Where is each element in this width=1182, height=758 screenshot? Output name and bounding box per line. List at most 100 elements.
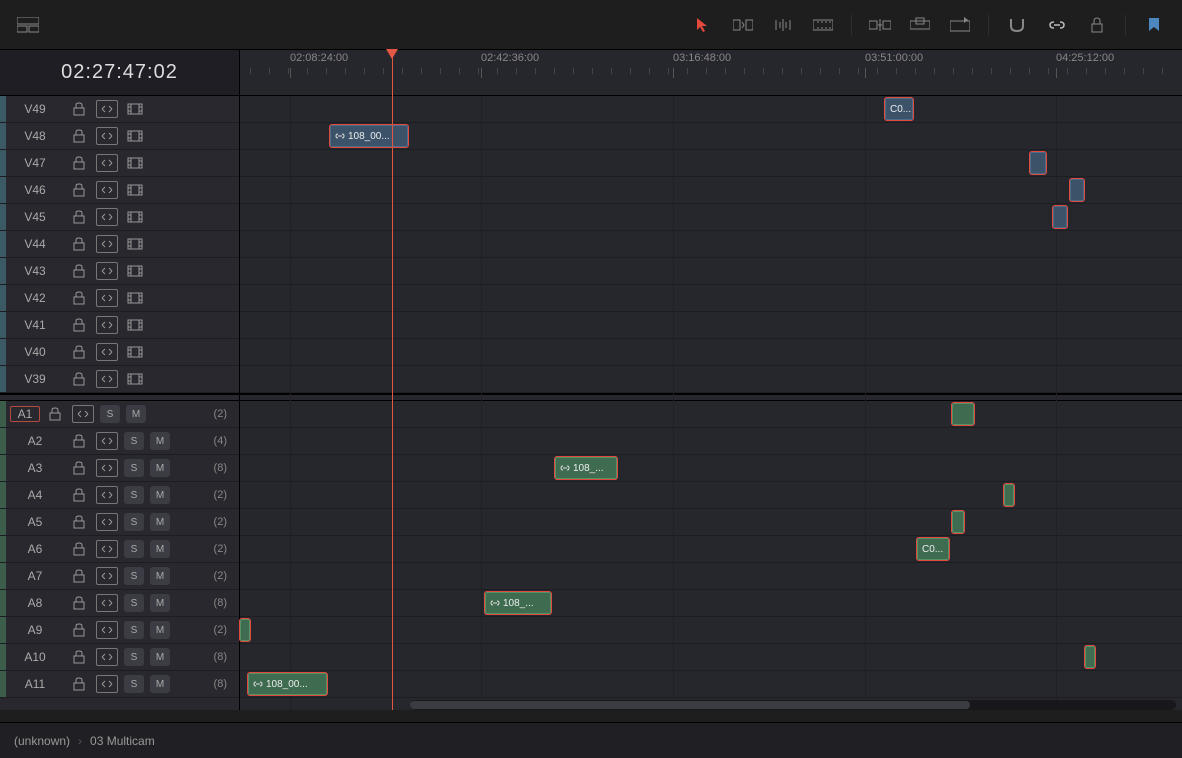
timeline-track-lane[interactable] [240, 617, 1182, 644]
lock-icon[interactable] [68, 486, 90, 504]
lock-icon[interactable] [68, 262, 90, 280]
solo-button[interactable]: S [124, 513, 144, 531]
auto-select-icon[interactable] [96, 343, 118, 361]
video-clip[interactable] [1053, 206, 1067, 228]
auto-select-icon[interactable] [96, 513, 118, 531]
timeline-track-lane[interactable] [240, 644, 1182, 671]
lock-icon[interactable] [68, 289, 90, 307]
audio-track-header[interactable]: A4 S M (2) [0, 482, 239, 509]
video-clip[interactable]: C0... [885, 98, 913, 120]
lock-icon[interactable] [68, 567, 90, 585]
track-label[interactable]: A11 [6, 677, 64, 691]
video-track-header[interactable]: V48 [0, 123, 239, 150]
audio-track-header[interactable]: A3 S M (8) [0, 455, 239, 482]
timeline-track-lane[interactable]: C0... [240, 96, 1182, 123]
track-label[interactable]: A4 [6, 488, 64, 502]
solo-button[interactable]: S [124, 486, 144, 504]
snap-icon[interactable] [1005, 13, 1029, 37]
lock-icon[interactable] [68, 127, 90, 145]
track-label[interactable]: A1 [10, 406, 40, 422]
replace-clip-icon[interactable] [948, 13, 972, 37]
lock-icon[interactable] [68, 540, 90, 558]
lock-icon[interactable] [68, 459, 90, 477]
audio-track-header[interactable]: A9 S M (2) [0, 617, 239, 644]
track-label[interactable]: V49 [6, 102, 64, 116]
audio-clip[interactable]: C0... [917, 538, 949, 560]
selection-tool-icon[interactable] [691, 13, 715, 37]
video-track-header[interactable]: V44 [0, 231, 239, 258]
lock-icon[interactable] [68, 154, 90, 172]
video-clip[interactable] [1030, 152, 1046, 174]
mute-button[interactable]: M [150, 621, 170, 639]
timeline-track-lane[interactable] [240, 401, 1182, 428]
track-label[interactable]: V43 [6, 264, 64, 278]
link-icon[interactable] [1045, 13, 1069, 37]
lock-icon[interactable] [68, 316, 90, 334]
track-label[interactable]: V45 [6, 210, 64, 224]
video-track-header[interactable]: V49 [0, 96, 239, 123]
solo-button[interactable]: S [124, 675, 144, 693]
track-label[interactable]: V41 [6, 318, 64, 332]
breadcrumb-root[interactable]: (unknown) [14, 734, 70, 748]
timeline-track-lane[interactable] [240, 428, 1182, 455]
timeline-track-lane[interactable] [240, 563, 1182, 590]
lock-icon[interactable] [68, 235, 90, 253]
video-track-header[interactable]: V41 [0, 312, 239, 339]
auto-select-icon[interactable] [96, 675, 118, 693]
audio-track-header[interactable]: A1 S M (2) [0, 401, 239, 428]
lock-icon[interactable] [68, 621, 90, 639]
film-icon[interactable] [124, 181, 146, 199]
mute-button[interactable]: M [150, 486, 170, 504]
marker-flag-icon[interactable] [1142, 13, 1166, 37]
horizontal-scrollbar[interactable] [410, 700, 1176, 710]
dynamic-trim-icon[interactable] [771, 13, 795, 37]
timeline-track-lane[interactable] [240, 339, 1182, 366]
timeline-track-lane[interactable] [240, 258, 1182, 285]
auto-select-icon[interactable] [96, 432, 118, 450]
mute-button[interactable]: M [150, 513, 170, 531]
audio-clip[interactable]: 108_00... [248, 673, 327, 695]
track-label[interactable]: V47 [6, 156, 64, 170]
auto-select-icon[interactable] [96, 594, 118, 612]
solo-button[interactable]: S [124, 621, 144, 639]
lock-icon[interactable] [68, 208, 90, 226]
track-label[interactable]: V46 [6, 183, 64, 197]
auto-select-icon[interactable] [96, 262, 118, 280]
audio-clip[interactable]: 108_... [555, 457, 617, 479]
lock-icon[interactable] [68, 181, 90, 199]
scrollbar-thumb[interactable] [410, 701, 970, 709]
timeline-track-lane[interactable] [240, 312, 1182, 339]
film-icon[interactable] [124, 127, 146, 145]
solo-button[interactable]: S [124, 567, 144, 585]
timeline-view-options-icon[interactable] [16, 13, 40, 37]
timeline-track-lane[interactable]: 108_... [240, 590, 1182, 617]
track-label[interactable]: V39 [6, 372, 64, 386]
lock-icon[interactable] [68, 432, 90, 450]
lock-icon[interactable] [68, 100, 90, 118]
audio-track-header[interactable]: A11 S M (8) [0, 671, 239, 698]
auto-select-icon[interactable] [96, 459, 118, 477]
solo-button[interactable]: S [124, 594, 144, 612]
track-label[interactable]: A10 [6, 650, 64, 664]
auto-select-icon[interactable] [96, 127, 118, 145]
timeline-track-lane[interactable] [240, 150, 1182, 177]
mute-button[interactable]: M [150, 459, 170, 477]
time-ruler[interactable]: 02:08:24:0002:42:36:0003:16:48:0003:51:0… [240, 50, 1182, 96]
timeline-track-lane[interactable] [240, 366, 1182, 393]
audio-track-header[interactable]: A10 S M (8) [0, 644, 239, 671]
film-icon[interactable] [124, 289, 146, 307]
timecode-display[interactable]: 02:27:47:02 [0, 50, 239, 96]
auto-select-icon[interactable] [96, 486, 118, 504]
auto-select-icon[interactable] [96, 289, 118, 307]
trim-edit-icon[interactable] [731, 13, 755, 37]
video-clip[interactable]: 108_00... [330, 125, 408, 147]
audio-clip[interactable] [952, 403, 974, 425]
video-track-header[interactable]: V42 [0, 285, 239, 312]
blade-tool-icon[interactable] [811, 13, 835, 37]
auto-select-icon[interactable] [96, 370, 118, 388]
mute-button[interactable]: M [150, 675, 170, 693]
auto-select-icon[interactable] [96, 235, 118, 253]
timeline-track-lane[interactable]: 108_00... [240, 123, 1182, 150]
track-label[interactable]: V48 [6, 129, 64, 143]
video-track-header[interactable]: V47 [0, 150, 239, 177]
